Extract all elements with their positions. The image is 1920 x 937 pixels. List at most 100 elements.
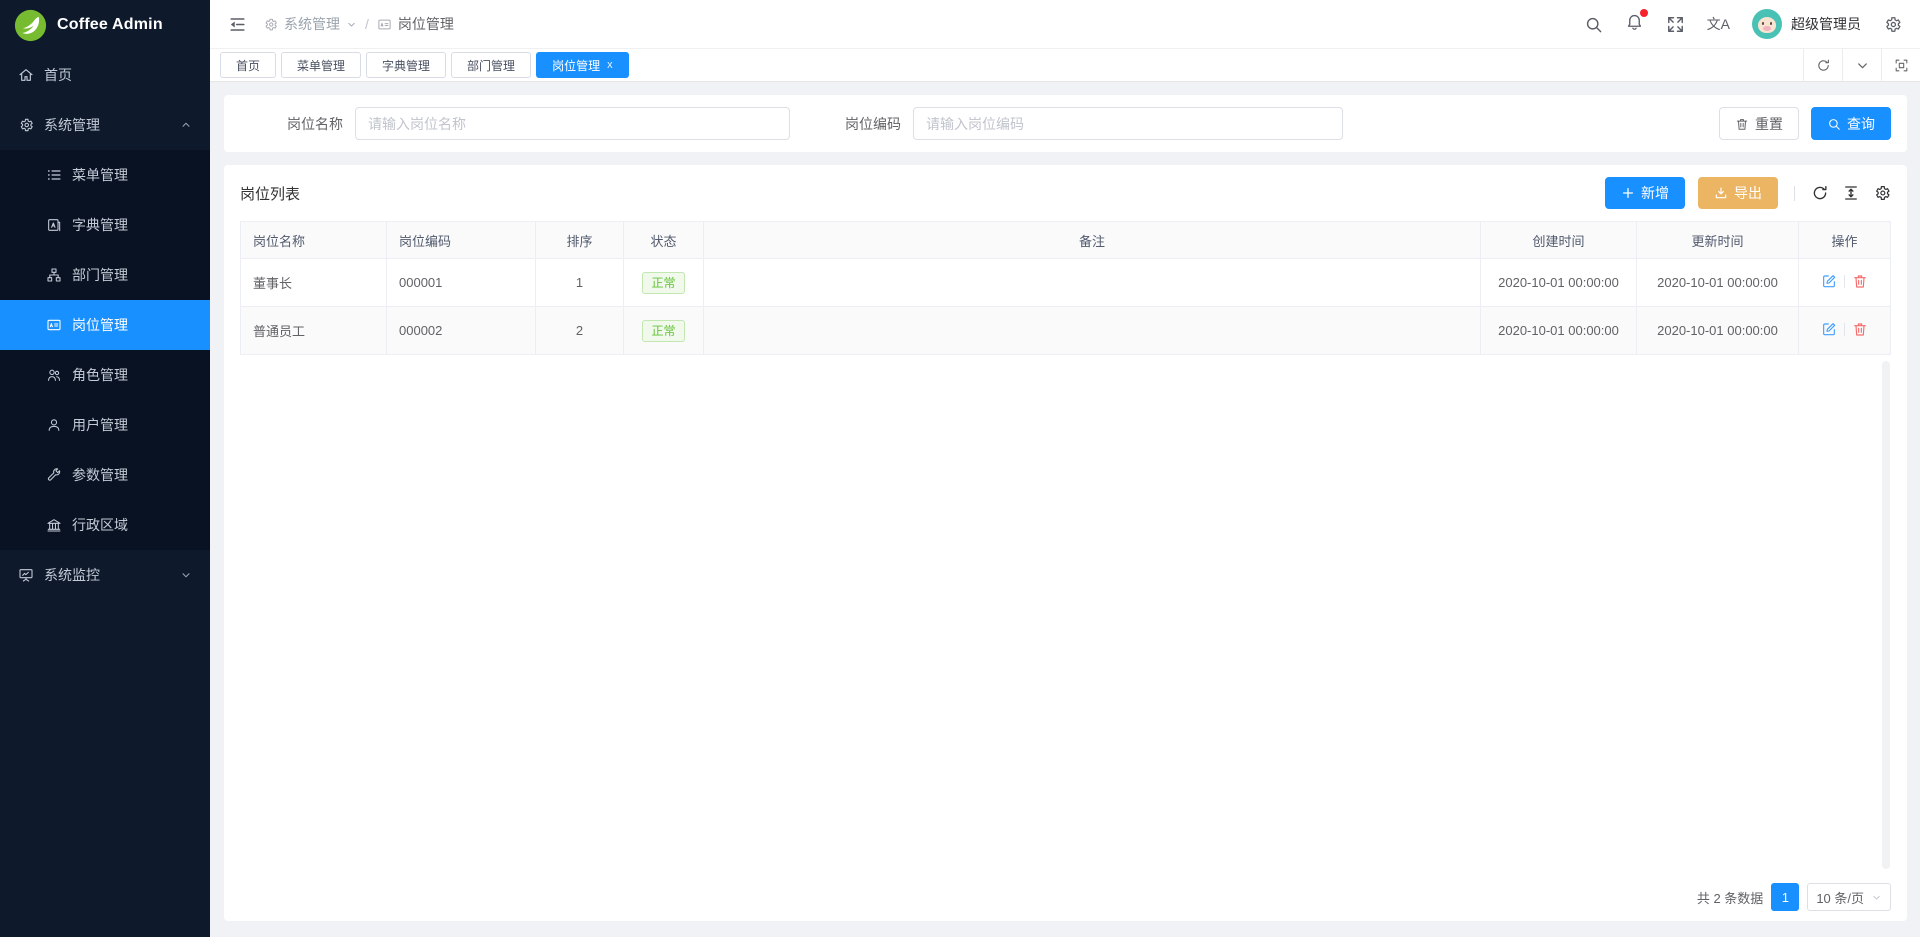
- export-button[interactable]: 导出: [1698, 177, 1778, 209]
- header-actions: 文A 超级管理员: [1584, 9, 1902, 39]
- column-settings-button[interactable]: [1873, 184, 1891, 202]
- reset-button[interactable]: 重置: [1719, 107, 1799, 140]
- col-updated: 更新时间: [1637, 222, 1799, 259]
- cell-sort: 2: [536, 307, 624, 355]
- sidebar-item-dept-mgmt[interactable]: 部门管理: [0, 250, 210, 300]
- breadcrumb: 系统管理 / 岗位管理: [263, 14, 454, 34]
- settings-gear-icon[interactable]: [1883, 15, 1902, 34]
- top-header: 系统管理 / 岗位管理 文A: [210, 0, 1920, 49]
- sidebar-item-param-mgmt[interactable]: 参数管理: [0, 450, 210, 500]
- post-code-field: 岗位编码: [845, 107, 1343, 140]
- cell-created: 2020-10-01 00:00:00: [1481, 307, 1637, 355]
- sidebar-group-system-mgmt[interactable]: 系统管理: [0, 100, 210, 150]
- bank-icon: [46, 517, 62, 533]
- tab-menu-mgmt[interactable]: 菜单管理: [281, 52, 361, 78]
- tab-controls: [1803, 49, 1920, 81]
- sidebar-item-role-mgmt[interactable]: 角色管理: [0, 350, 210, 400]
- search-icon[interactable]: [1584, 15, 1603, 34]
- search-button[interactable]: 查询: [1811, 107, 1891, 140]
- close-icon[interactable]: x: [607, 60, 613, 71]
- cell-post-name: 普通员工: [241, 307, 387, 355]
- maximize-icon: [1894, 58, 1909, 73]
- notification-dot: [1640, 9, 1648, 17]
- tab-post-mgmt[interactable]: 岗位管理 x: [536, 52, 629, 78]
- search-form-card: 岗位名称 岗位编码 重置 查询: [224, 95, 1907, 152]
- sidebar-collapse-icon[interactable]: [228, 15, 247, 34]
- cell-remark: [704, 259, 1481, 307]
- tab-dept-mgmt[interactable]: 部门管理: [451, 52, 531, 78]
- col-created: 创建时间: [1481, 222, 1637, 259]
- sidebar-item-label: 菜单管理: [72, 165, 128, 185]
- sidebar-item-menu-mgmt[interactable]: 菜单管理: [0, 150, 210, 200]
- status-badge: 正常: [642, 320, 684, 342]
- refresh-tab-button[interactable]: [1803, 49, 1842, 81]
- download-icon: [1714, 186, 1728, 200]
- language-switch-icon[interactable]: 文A: [1707, 14, 1730, 34]
- sidebar-item-dict-mgmt[interactable]: 字典管理: [0, 200, 210, 250]
- tab-label: 部门管理: [467, 57, 515, 74]
- delete-button[interactable]: [1852, 321, 1868, 337]
- page-size-value: 10 条/页: [1816, 888, 1864, 907]
- cell-created: 2020-10-01 00:00:00: [1481, 259, 1637, 307]
- fullscreen-icon[interactable]: [1666, 15, 1685, 34]
- refresh-table-button[interactable]: [1811, 184, 1829, 202]
- tab-home[interactable]: 首页: [220, 52, 276, 78]
- edit-button[interactable]: [1821, 321, 1837, 337]
- table-row: 董事长 000001 1 正常 2020-10-01 00:00:00 2020…: [241, 259, 1891, 307]
- tab-label: 菜单管理: [297, 57, 345, 74]
- sidebar-item-label: 行政区域: [72, 515, 128, 535]
- search-actions: 重置 查询: [1719, 107, 1891, 140]
- notifications-button[interactable]: [1625, 12, 1644, 36]
- add-label: 新增: [1641, 183, 1669, 203]
- sidebar-group-system-monitor[interactable]: 系统监控: [0, 550, 210, 600]
- user-menu[interactable]: 超级管理员: [1752, 9, 1861, 39]
- add-button[interactable]: 新增: [1605, 177, 1685, 209]
- table-empty-space: [240, 355, 1891, 875]
- page-size-select[interactable]: 10 条/页: [1807, 883, 1891, 911]
- page-content: 岗位名称 岗位编码 重置 查询: [210, 82, 1920, 937]
- sidebar: Coffee Admin 首页 系统管理 菜单管理 字典管理 部门管理: [0, 0, 210, 937]
- chevron-down-icon: [346, 19, 357, 30]
- refresh-icon: [1816, 58, 1831, 73]
- scrollbar-track[interactable]: [1882, 361, 1890, 869]
- tabs-dropdown-button[interactable]: [1842, 49, 1881, 81]
- tab-bar: 首页 菜单管理 字典管理 部门管理 岗位管理 x: [210, 49, 1920, 82]
- chevron-up-icon: [180, 119, 192, 131]
- col-post-code: 岗位编码: [387, 222, 536, 259]
- tab-label: 首页: [236, 57, 260, 74]
- app-logo[interactable]: Coffee Admin: [0, 0, 210, 50]
- breadcrumb-item-system[interactable]: 系统管理: [263, 14, 357, 34]
- home-icon: [18, 67, 34, 83]
- page-1-button[interactable]: 1: [1771, 883, 1799, 911]
- sidebar-item-label: 参数管理: [72, 465, 128, 485]
- tab-dict-mgmt[interactable]: 字典管理: [366, 52, 446, 78]
- sidebar-item-label: 用户管理: [72, 415, 128, 435]
- breadcrumb-label: 系统管理: [284, 14, 340, 34]
- sidebar-item-user-mgmt[interactable]: 用户管理: [0, 400, 210, 450]
- table-header-row: 岗位名称 岗位编码 排序 状态 备注 创建时间 更新时间 操作: [241, 222, 1891, 259]
- breadcrumb-separator: /: [365, 16, 369, 32]
- cell-updated: 2020-10-01 00:00:00: [1637, 307, 1799, 355]
- sidebar-item-post-mgmt[interactable]: 岗位管理: [0, 300, 210, 350]
- sidebar-group-label: 系统管理: [44, 115, 100, 135]
- pagination: 共 2 条数据 1 10 条/页: [240, 875, 1891, 911]
- breadcrumb-item-post: 岗位管理: [377, 14, 454, 34]
- sidebar-item-label: 部门管理: [72, 265, 128, 285]
- table-toolbar: 新增 导出: [1605, 177, 1891, 209]
- row-density-button[interactable]: [1842, 184, 1860, 202]
- sidebar-item-home[interactable]: 首页: [0, 50, 210, 100]
- page-title: 岗位列表: [240, 183, 300, 204]
- sidebar-item-admin-region[interactable]: 行政区域: [0, 500, 210, 550]
- edit-button[interactable]: [1821, 273, 1837, 289]
- post-name-label: 岗位名称: [287, 114, 343, 134]
- leaf-logo-icon: [14, 9, 47, 42]
- maximize-button[interactable]: [1881, 49, 1920, 81]
- plus-icon: [1621, 186, 1635, 200]
- cell-post-code: 000001: [387, 259, 536, 307]
- post-code-input[interactable]: [913, 107, 1343, 140]
- avatar: [1752, 9, 1782, 39]
- dictionary-icon: [46, 217, 62, 233]
- post-name-field: 岗位名称: [287, 107, 790, 140]
- delete-button[interactable]: [1852, 273, 1868, 289]
- post-name-input[interactable]: [355, 107, 790, 140]
